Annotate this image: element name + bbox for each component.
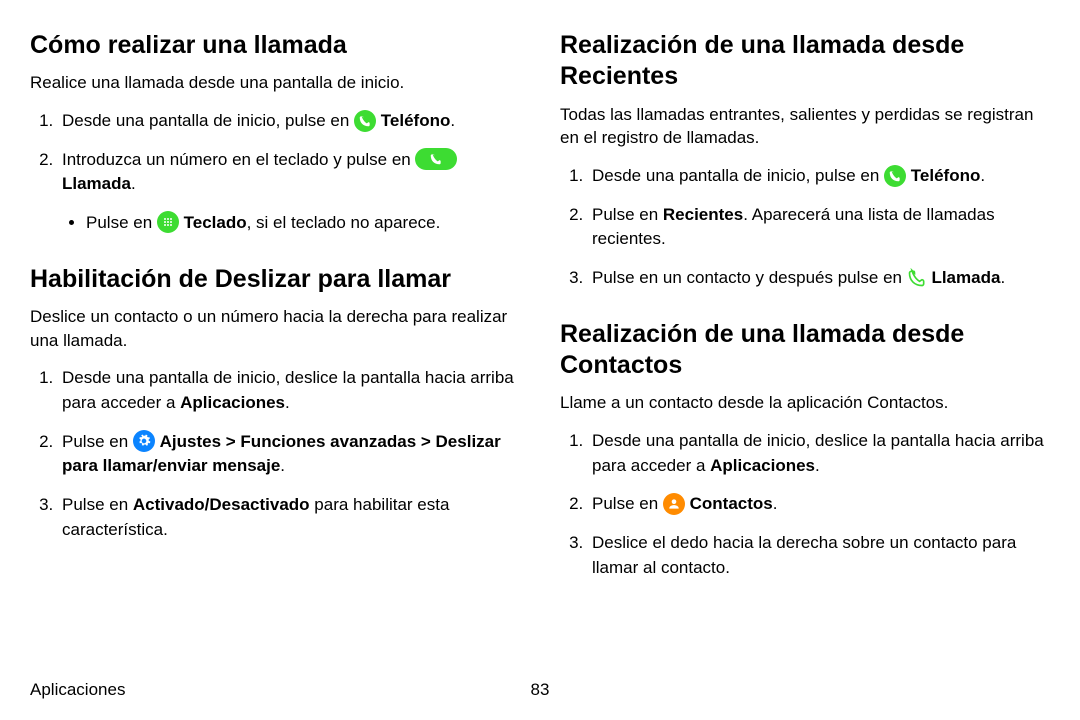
list-item: Pulse en un contacto y después pulse en …: [588, 266, 1050, 291]
text: Desde una pantalla de inicio, pulse en: [62, 111, 354, 130]
settings-icon: [133, 430, 155, 452]
text: .: [450, 111, 455, 130]
heading-make-call: Cómo realizar una llamada: [30, 30, 520, 61]
heading-swipe-call: Habilitación de Deslizar para llamar: [30, 264, 520, 295]
footer-page-number: 83: [531, 680, 550, 700]
section-recent-call: Realización de una llamada desde Recient…: [560, 30, 1050, 291]
text: .: [980, 166, 985, 185]
text: Deslice el dedo hacia la derecha sobre u…: [592, 533, 1016, 577]
label-aplicaciones: Aplicaciones: [710, 456, 815, 475]
text: Introduzca un número en el teclado y pul…: [62, 150, 415, 169]
list-item: Pulse en Ajustes > Funciones avanzadas >…: [58, 430, 520, 479]
steps-swipe-call: Desde una pantalla de inicio, deslice la…: [30, 366, 520, 542]
sublist: Pulse en Teclado, si el teclado no apare…: [62, 211, 520, 236]
page-footer: Aplicaciones 83: [30, 680, 1050, 700]
phone-outline-icon: [907, 268, 927, 288]
section-make-call: Cómo realizar una llamada Realice una ll…: [30, 30, 520, 236]
label-llamada: Llamada: [62, 174, 131, 193]
intro-swipe-call: Deslice un contacto o un número hacia la…: [30, 305, 520, 353]
list-item: Pulse en Contactos.: [588, 492, 1050, 517]
text: Pulse en un contacto y después pulse en: [592, 268, 907, 287]
list-item: Pulse en Teclado, si el teclado no apare…: [86, 211, 520, 236]
text: .: [280, 456, 285, 475]
text: Desde una pantalla de inicio, pulse en: [592, 166, 884, 185]
keypad-icon: [157, 211, 179, 233]
intro-make-call: Realice una llamada desde una pantalla d…: [30, 71, 520, 95]
page-columns: Cómo realizar una llamada Realice una ll…: [30, 30, 1050, 608]
steps-make-call: Desde una pantalla de inicio, pulse en T…: [30, 109, 520, 236]
section-swipe-call: Habilitación de Deslizar para llamar Des…: [30, 264, 520, 543]
heading-contacts-call: Realización de una llamada desde Contact…: [560, 319, 1050, 382]
phone-icon: [884, 165, 906, 187]
label-funciones: Funciones avanzadas: [240, 432, 416, 451]
text: .: [131, 174, 136, 193]
text: Pulse en: [62, 432, 133, 451]
sep: >: [416, 432, 435, 451]
right-column: Realización de una llamada desde Recient…: [560, 30, 1050, 608]
text: Pulse en: [592, 494, 663, 513]
list-item: Desde una pantalla de inicio, deslice la…: [58, 366, 520, 415]
label-ajustes: Ajustes: [160, 432, 221, 451]
label-toggle: Activado/Desactivado: [133, 495, 310, 514]
intro-recent-call: Todas las llamadas entrantes, salientes …: [560, 103, 1050, 151]
footer-section-label: Aplicaciones: [30, 680, 125, 700]
label-llamada: Llamada: [931, 268, 1000, 287]
text: Pulse en: [592, 205, 663, 224]
list-item: Pulse en Recientes. Aparecerá una lista …: [588, 203, 1050, 252]
text: .: [773, 494, 778, 513]
steps-recent-call: Desde una pantalla de inicio, pulse en T…: [560, 164, 1050, 291]
text: .: [285, 393, 290, 412]
left-column: Cómo realizar una llamada Realice una ll…: [30, 30, 520, 608]
sep: >: [221, 432, 240, 451]
steps-contacts-call: Desde una pantalla de inicio, deslice la…: [560, 429, 1050, 580]
label-aplicaciones: Aplicaciones: [180, 393, 285, 412]
text: Pulse en: [62, 495, 133, 514]
heading-recent-call: Realización de una llamada desde Recient…: [560, 30, 1050, 93]
text: .: [1000, 268, 1005, 287]
label-contactos: Contactos: [690, 494, 773, 513]
text: .: [815, 456, 820, 475]
label-telefono: Teléfono: [911, 166, 981, 185]
list-item: Desde una pantalla de inicio, pulse en T…: [58, 109, 520, 134]
phone-icon: [354, 110, 376, 132]
text: , si el teclado no aparece.: [247, 213, 441, 232]
contacts-icon: [663, 493, 685, 515]
list-item: Pulse en Activado/Desactivado para habil…: [58, 493, 520, 542]
section-contacts-call: Realización de una llamada desde Contact…: [560, 319, 1050, 581]
list-item: Desde una pantalla de inicio, pulse en T…: [588, 164, 1050, 189]
list-item: Introduzca un número en el teclado y pul…: [58, 148, 520, 236]
text: Pulse en: [86, 213, 157, 232]
intro-contacts-call: Llame a un contacto desde la aplicación …: [560, 391, 1050, 415]
call-pill-icon: [415, 148, 457, 170]
list-item: Deslice el dedo hacia la derecha sobre u…: [588, 531, 1050, 580]
list-item: Desde una pantalla de inicio, deslice la…: [588, 429, 1050, 478]
label-teclado: Teclado: [184, 213, 247, 232]
label-recientes: Recientes: [663, 205, 743, 224]
label-telefono: Teléfono: [381, 111, 451, 130]
